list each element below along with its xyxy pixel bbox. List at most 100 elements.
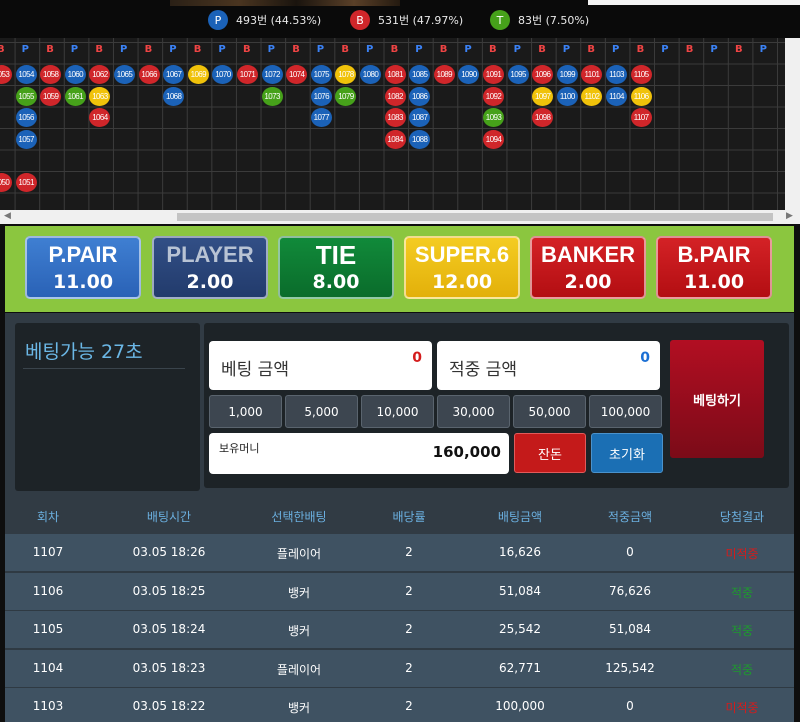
chip-10000-button[interactable]: 10,000 <box>361 395 434 428</box>
road-header-marker: B <box>193 44 202 55</box>
scroll-left-icon[interactable]: ◀ <box>4 211 11 221</box>
road-header-marker: P <box>366 44 374 55</box>
cell-odds: 2 <box>405 699 413 713</box>
place-bet-button[interactable]: 베팅하기 <box>670 340 764 458</box>
road-bead: 1104 <box>606 86 627 106</box>
road-bead: 1100 <box>556 86 578 106</box>
road-bead: 1071 <box>237 65 258 84</box>
road-header-marker: P <box>267 44 275 55</box>
cell-win-amount: 51,084 <box>609 622 651 636</box>
road-header-marker: B <box>636 44 645 55</box>
tie-ball-icon: T <box>490 10 510 30</box>
bet-amount-value: 0 <box>412 350 422 366</box>
road-header-marker: P <box>562 44 571 55</box>
banker-count: 531번 (47.97%) <box>378 14 464 27</box>
bet-tie-button[interactable]: TIE 8.00 <box>278 236 394 299</box>
road-header-marker: B <box>0 44 5 55</box>
road-bead: 1057 <box>15 129 37 149</box>
bet-banker-button[interactable]: BANKER 2.00 <box>530 236 646 299</box>
road-header-marker: B <box>587 44 596 55</box>
bet-odds: 2.00 <box>564 271 612 293</box>
road-bead: 1079 <box>335 86 357 106</box>
road-bead: 1105 <box>630 65 652 84</box>
cell-round: 1107 <box>32 545 64 559</box>
road-bead: 1091 <box>483 65 504 84</box>
road-bead: 1080 <box>360 65 381 84</box>
road-bead: 1084 <box>384 129 406 149</box>
bet-name: B.PAIR <box>677 242 751 267</box>
cell-round: 1104 <box>32 660 64 675</box>
cell-bet-amount: 62,771 <box>499 660 541 675</box>
road-header-marker: P <box>21 44 29 55</box>
road-bead: 1093 <box>483 108 504 127</box>
cell-bet-amount: 25,542 <box>499 622 541 636</box>
balance-field: 보유머니 160,000 <box>209 433 509 474</box>
cell-bet-time: 03.05 18:25 <box>132 583 206 598</box>
road-bead: 1056 <box>15 108 37 127</box>
road-bead: 1081 <box>384 65 406 84</box>
bet-amount-field[interactable]: 베팅 금액 0 <box>209 341 432 390</box>
cell-result: 적중 <box>730 585 754 600</box>
chip-50000-button[interactable]: 50,000 <box>513 395 586 428</box>
chip-5000-button[interactable]: 5,000 <box>285 395 358 428</box>
road-bead: 1055 <box>15 86 37 106</box>
bet-player-pair-button[interactable]: P.PAIR 11.00 <box>25 236 141 299</box>
road-bead: 1051 <box>15 172 37 192</box>
cell-bet-time: 03.05 18:22 <box>132 699 206 713</box>
scrollbar-thumb[interactable] <box>177 213 773 221</box>
bet-name: PLAYER <box>166 242 254 267</box>
timer-box: 베팅가능 27초 <box>15 323 200 491</box>
road-header-marker: P <box>513 44 521 55</box>
road-bead: 1107 <box>630 108 652 127</box>
cell-result: 적중 <box>730 624 754 638</box>
road-bead: 1072 <box>261 65 283 84</box>
cell-selection: 뱅커 <box>287 585 311 600</box>
road-header-marker: P <box>415 44 423 55</box>
bet-form: 베팅 금액 0 적중 금액 0 1,000 5,000 10,000 30,00… <box>204 323 789 488</box>
bead-road[interactable]: BPBPBPBPBPBPBPBPBPBPBPBPBPBPBPBP10531054… <box>0 38 785 210</box>
player-ball-icon: P <box>208 10 228 30</box>
col-bet-amount: 배팅금액 <box>497 510 543 524</box>
road-header-marker: B <box>390 44 399 55</box>
bead-road-vertical-scrollbar[interactable] <box>785 38 800 210</box>
road-header-marker: B <box>538 44 546 55</box>
road-bead: 1068 <box>163 86 185 106</box>
change-button[interactable]: 잔돈 <box>514 433 586 473</box>
table-row: 1103 03.05 18:22 뱅커 2 100,000 0 미적중 <box>5 688 794 722</box>
side-panel-edge <box>588 0 800 5</box>
cell-odds: 2 <box>405 583 413 598</box>
road-bead: 1069 <box>187 65 209 84</box>
road-bead: 1061 <box>64 86 86 106</box>
table-row: 1104 03.05 18:23 플레이어 2 62,771 125,542 적중 <box>5 649 794 687</box>
cell-selection: 플레이어 <box>276 547 322 561</box>
tie-stat: T 83번 (7.50%) <box>490 10 589 30</box>
road-bead: 1106 <box>630 86 652 106</box>
betting-panel: 베팅가능 27초 베팅 금액 0 적중 금액 0 1,000 5,000 10,… <box>5 313 794 497</box>
chip-100000-button[interactable]: 100,000 <box>589 395 662 428</box>
road-header-marker: B <box>685 44 694 55</box>
road-bead: 1060 <box>64 65 86 84</box>
cell-odds: 2 <box>405 622 413 636</box>
bet-odds: 12.00 <box>431 271 493 293</box>
bet-banker-pair-button[interactable]: B.PAIR 11.00 <box>656 236 772 299</box>
cell-selection: 뱅커 <box>287 624 311 638</box>
chip-1000-button[interactable]: 1,000 <box>209 395 282 428</box>
table-row: 1105 03.05 18:24 뱅커 2 25,542 51,084 적중 <box>5 611 794 648</box>
col-bet-time: 배팅시간 <box>146 510 192 524</box>
bet-player-button[interactable]: PLAYER 2.00 <box>152 236 268 299</box>
bet-super6-button[interactable]: SUPER.6 12.00 <box>404 236 520 299</box>
scroll-right-icon[interactable]: ▶ <box>786 211 793 221</box>
road-bead: 1059 <box>40 86 62 106</box>
reset-button[interactable]: 초기화 <box>591 433 663 473</box>
road-bead: 1076 <box>310 86 332 106</box>
table-header: 회차 배팅시간 선택한배팅 배당률 배팅금액 적중금액 당첨결과 <box>5 497 794 534</box>
cell-win-amount: 76,626 <box>609 583 651 598</box>
win-amount-field: 적중 금액 0 <box>437 341 660 390</box>
col-round: 회차 <box>36 510 60 524</box>
road-header-marker: B <box>95 44 104 55</box>
bet-name: BANKER <box>540 242 636 267</box>
table-row: 1106 03.05 18:25 뱅커 2 51,084 76,626 적중 <box>5 572 794 610</box>
bead-road-horizontal-scrollbar[interactable]: ◀ ▶ <box>0 210 800 224</box>
chip-30000-button[interactable]: 30,000 <box>437 395 510 428</box>
col-result: 당첨결과 <box>719 510 765 524</box>
